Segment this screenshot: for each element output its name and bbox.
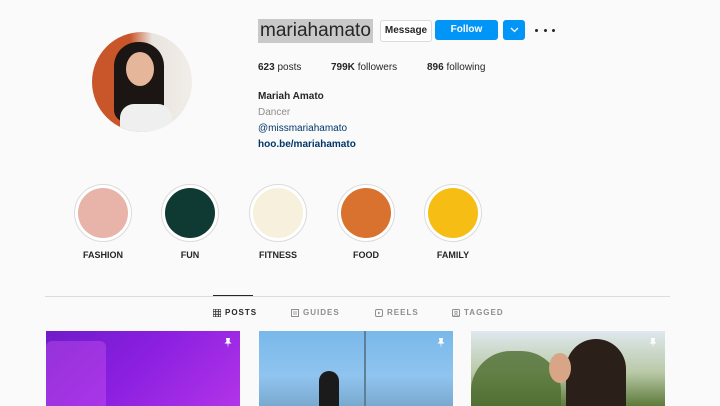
guides-icon	[291, 308, 299, 317]
following-count[interactable]: 896 following	[427, 62, 485, 73]
profile-username: mariahamato	[258, 19, 373, 43]
tab-guides[interactable]: GUIDES	[291, 308, 340, 317]
follow-button[interactable]: Follow	[435, 20, 498, 40]
message-button[interactable]: Message	[380, 20, 432, 42]
profile-website-link[interactable]: hoo.be/mariahamato	[258, 139, 356, 150]
highlight-fitness[interactable]: FITNESS	[243, 184, 313, 260]
profile-full-name: Mariah Amato	[258, 91, 324, 102]
tab-posts[interactable]: POSTS	[213, 308, 257, 317]
tab-tagged[interactable]: TAGGED	[452, 308, 504, 317]
active-tab-indicator	[213, 295, 253, 296]
highlight-fashion[interactable]: FASHION	[68, 184, 138, 260]
tabs-divider	[45, 296, 670, 297]
highlight-label: FAMILY	[436, 250, 470, 260]
followers-count[interactable]: 799K followers	[331, 62, 397, 73]
chevron-down-icon	[510, 27, 518, 33]
suggested-accounts-button[interactable]	[503, 20, 525, 40]
more-options-icon[interactable]	[535, 22, 555, 38]
profile-category: Dancer	[258, 107, 291, 118]
highlight-food[interactable]: FOOD	[331, 184, 401, 260]
profile-avatar[interactable]	[92, 32, 192, 132]
grid-icon	[213, 308, 221, 317]
profile-mention-link[interactable]: @missmariahamato	[258, 123, 347, 134]
highlight-label: FUN	[180, 250, 200, 260]
highlight-label: FOOD	[353, 250, 379, 260]
pinned-post-icon	[437, 338, 445, 348]
post-thumbnail[interactable]	[259, 331, 453, 406]
tagged-icon	[452, 308, 460, 317]
highlight-fun[interactable]: FUN	[155, 184, 225, 260]
highlight-label: FITNESS	[258, 250, 297, 260]
reels-icon	[375, 308, 383, 317]
posts-count[interactable]: 623 posts	[258, 62, 301, 73]
post-thumbnail[interactable]	[471, 331, 665, 406]
tab-reels[interactable]: REELS	[375, 308, 419, 317]
pinned-post-icon	[649, 338, 657, 348]
pinned-post-icon	[224, 338, 232, 348]
highlight-label: FASHION	[82, 250, 123, 260]
highlight-family[interactable]: FAMILY	[418, 184, 488, 260]
post-thumbnail[interactable]	[46, 331, 240, 406]
